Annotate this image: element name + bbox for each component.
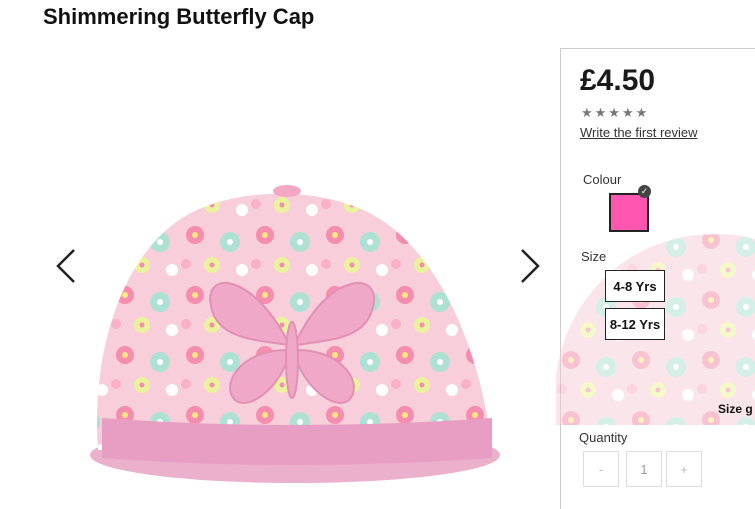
next-image-button[interactable] [514, 248, 544, 284]
product-title: Shimmering Butterfly Cap [43, 4, 315, 29]
chevron-right-icon [521, 249, 540, 283]
rating-stars: ★★★★★ [581, 105, 650, 120]
quantity-increase-button[interactable]: + [666, 451, 702, 487]
size-option-8-12-yrs[interactable]: 8-12 Yrs [605, 308, 665, 340]
quantity-label: Quantity [579, 430, 628, 445]
size-guide-link[interactable]: Size g [718, 402, 753, 416]
colour-swatch-pink[interactable] [609, 193, 649, 232]
size-option-4-8-yrs[interactable]: 4-8 Yrs [605, 270, 665, 302]
product-image [90, 185, 500, 483]
chevron-left-icon [56, 249, 75, 283]
product-price: £4.50 [580, 64, 656, 97]
previous-image-button[interactable] [52, 248, 82, 284]
colour-label: Colour [583, 172, 622, 187]
quantity-input[interactable]: 1 [626, 451, 662, 487]
write-review-link[interactable]: Write the first review [580, 125, 698, 140]
quantity-decrease-button[interactable]: - [583, 451, 619, 487]
size-label: Size [581, 249, 607, 264]
checkmark-icon: ✓ [638, 185, 651, 198]
